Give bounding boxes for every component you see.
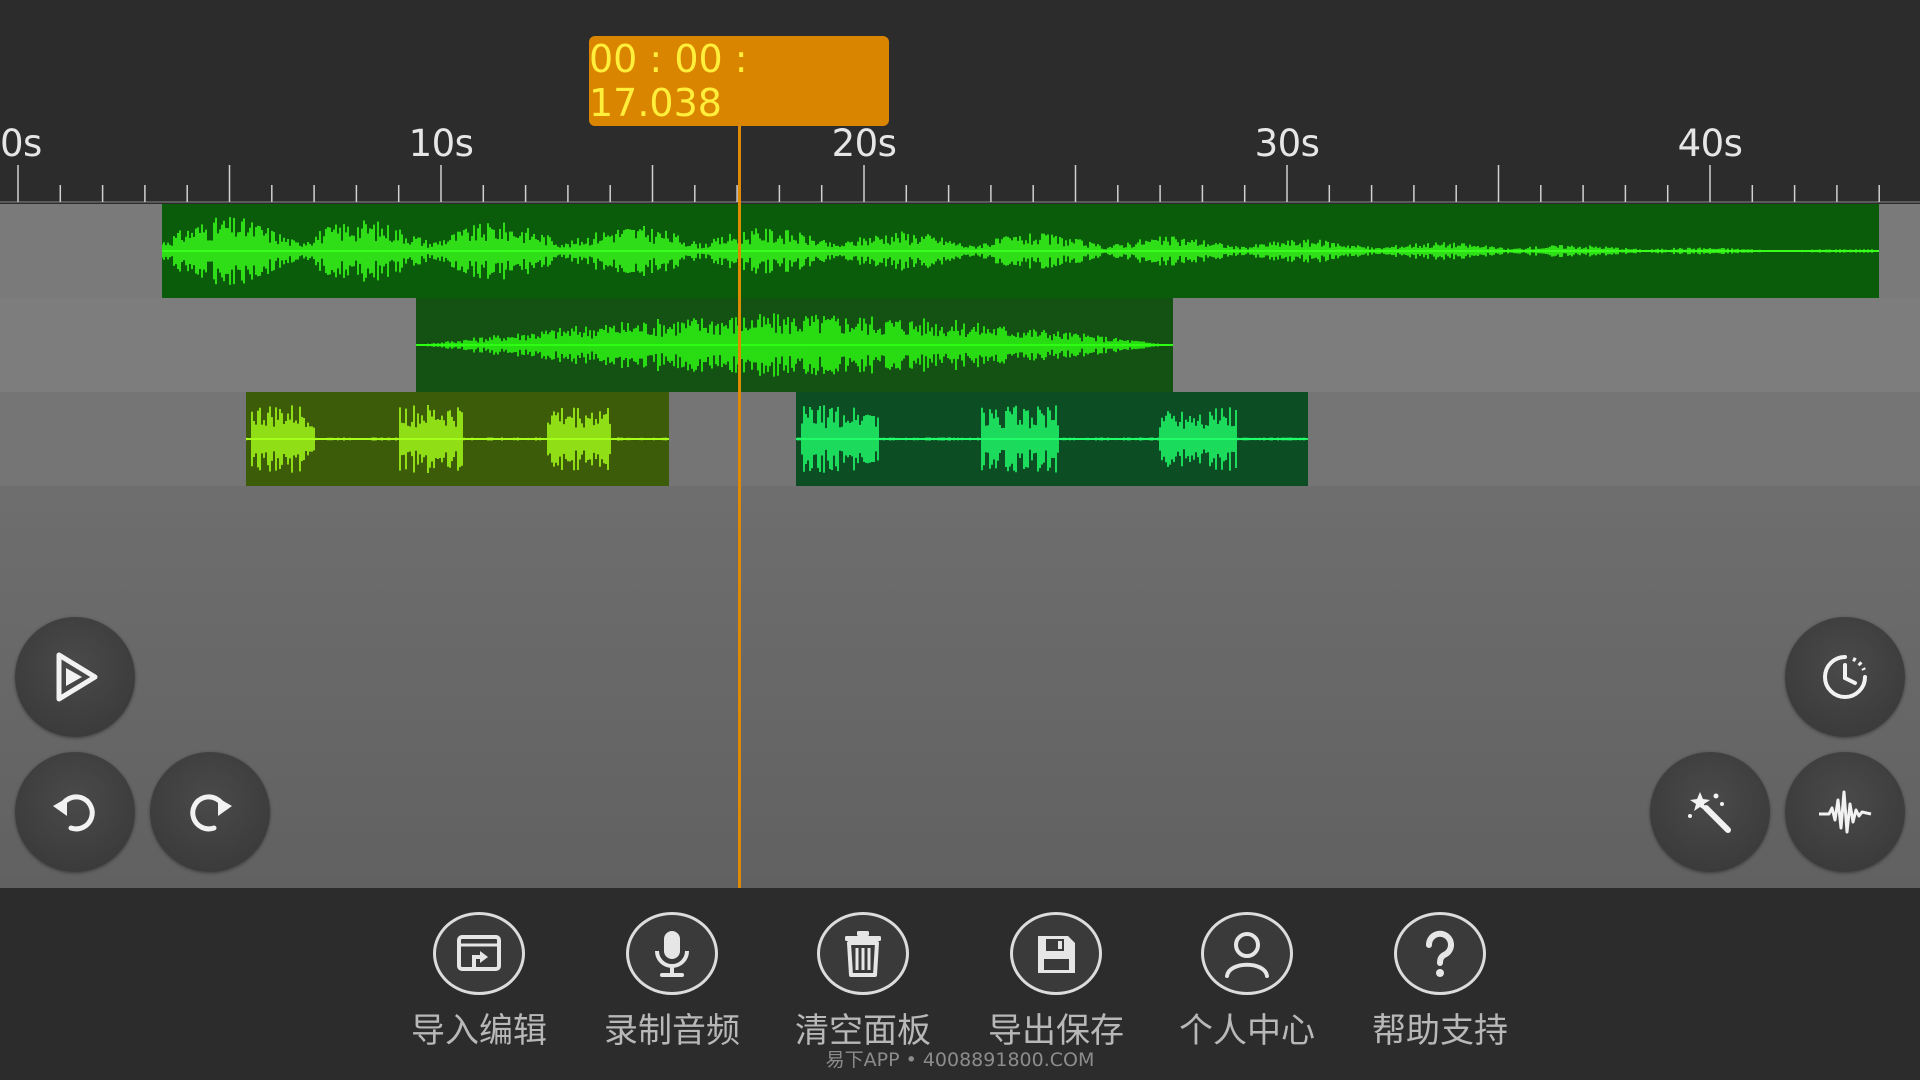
timer-icon <box>1823 655 1867 699</box>
audio-clip[interactable] <box>161 204 1880 298</box>
export-save-button[interactable]: 导出保存 <box>981 912 1131 1052</box>
playhead-time-text: 00 : 00 : 17.038 <box>589 37 748 125</box>
import-icon <box>457 934 501 971</box>
help-support-button[interactable]: 帮助支持 <box>1365 912 1515 1052</box>
save-button-circle[interactable] <box>1010 912 1102 995</box>
track-lane-3[interactable] <box>0 392 1920 486</box>
redo-icon <box>190 794 232 832</box>
help-button-circle[interactable] <box>1394 912 1486 995</box>
ruler-ticks <box>0 165 1920 203</box>
audio-editor-app: 0s 10s 20s 30s 40s 00 : 00 : 17.038 导入编辑… <box>0 0 1920 1080</box>
help-icon <box>1425 930 1454 977</box>
timeline-ruler[interactable]: 0s 10s 20s 30s 40s <box>0 0 1920 204</box>
audio-clip[interactable] <box>796 392 1309 486</box>
waveform-icon <box>1819 790 1872 834</box>
user-button-circle[interactable] <box>1201 912 1293 995</box>
ruler-label-10s: 10s <box>408 122 474 165</box>
track-area <box>0 204 1920 486</box>
track-lane-1[interactable] <box>0 204 1920 298</box>
ruler-label-40s: 40s <box>1677 122 1743 165</box>
waveform <box>246 405 670 473</box>
audio-clip[interactable] <box>246 392 670 486</box>
timer-button[interactable] <box>1785 617 1905 737</box>
redo-button[interactable] <box>150 752 270 872</box>
undo-icon <box>53 794 95 832</box>
magic-wand-icon <box>1688 792 1731 833</box>
track-lane-2[interactable] <box>0 298 1920 392</box>
clear-panel-button[interactable]: 清空面板 <box>788 912 938 1052</box>
waveform-peaks <box>416 313 1173 377</box>
ruler-label-20s: 20s <box>831 122 897 165</box>
ruler-label-0s: 0s <box>0 122 42 165</box>
personal-center-button[interactable]: 个人中心 <box>1172 912 1322 1052</box>
empty-track-workspace <box>0 486 1920 888</box>
record-button-circle[interactable] <box>626 912 718 995</box>
microphone-icon <box>655 930 689 977</box>
waveform <box>161 217 1880 285</box>
import-edit-button[interactable]: 导入编辑 <box>404 912 554 1052</box>
waveform <box>415 313 1173 377</box>
record-audio-button[interactable]: 录制音频 <box>597 912 747 1052</box>
watermark-text: 易下APP • 4008891800.COM <box>825 1049 1095 1071</box>
effects-button[interactable] <box>1650 752 1770 872</box>
waveform-button[interactable] <box>1785 752 1905 872</box>
trash-icon <box>845 930 881 977</box>
import-button-circle[interactable] <box>433 912 525 995</box>
waveform-peaks <box>161 217 1879 285</box>
ruler-label-30s: 30s <box>1254 122 1320 165</box>
playhead-line[interactable] <box>738 118 741 888</box>
audio-clip[interactable] <box>415 298 1173 392</box>
undo-button[interactable] <box>15 752 135 872</box>
play-icon <box>56 652 98 702</box>
waveform <box>796 405 1309 473</box>
playhead-time-display[interactable]: 00 : 00 : 17.038 <box>589 36 889 126</box>
save-icon <box>1038 935 1075 973</box>
clear-button-circle[interactable] <box>817 912 909 995</box>
user-icon <box>1225 931 1269 978</box>
play-button[interactable] <box>15 617 135 737</box>
